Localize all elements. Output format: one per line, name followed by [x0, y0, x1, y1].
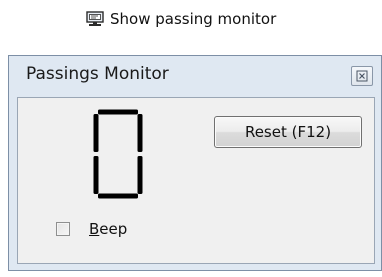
segment-e: [93, 156, 99, 194]
beep-label-rest: eep: [99, 220, 128, 238]
segment-a: [98, 109, 138, 115]
segment-f: [93, 114, 99, 152]
segment-c: [137, 156, 143, 194]
segment-b: [137, 114, 143, 152]
segment-d: [98, 193, 138, 199]
window-client-area: Reset (F12) Beep: [17, 97, 375, 264]
reset-button[interactable]: Reset (F12): [214, 116, 362, 148]
seven-segment-display: [93, 109, 143, 199]
beep-checkbox[interactable]: [56, 222, 70, 236]
beep-option[interactable]: Beep: [56, 219, 127, 239]
beep-accelerator: B: [89, 220, 100, 238]
screen: Show passing monitor Passings Monitor Re…: [0, 0, 382, 277]
title-bar[interactable]: Passings Monitor: [9, 56, 381, 92]
passing-counter: [88, 106, 148, 201]
monitor-icon: [86, 11, 104, 27]
show-passing-monitor-label: Show passing monitor: [110, 10, 277, 28]
close-icon: [356, 67, 368, 86]
window-title: Passings Monitor: [26, 64, 169, 84]
passings-monitor-window: Passings Monitor Reset (F12) Beep: [8, 55, 382, 271]
show-passing-monitor-button[interactable]: Show passing monitor: [86, 8, 276, 30]
beep-label: Beep: [89, 219, 127, 239]
close-button[interactable]: [351, 66, 373, 86]
